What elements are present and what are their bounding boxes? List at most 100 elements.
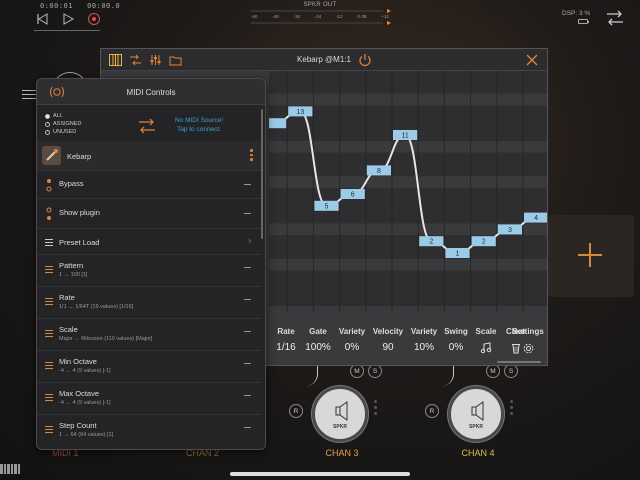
midi-param-row-max-octave[interactable]: Max Octave -4 → 4 (9 values) [-1] [37, 383, 261, 415]
speaker-node[interactable]: SPKR [312, 386, 368, 442]
unassigned-dash-icon [244, 427, 251, 428]
gate-control[interactable]: Gate 100% [299, 327, 337, 353]
grid-row [269, 81, 547, 94]
channel-label-chan4[interactable]: CHAN 4 [418, 448, 538, 458]
midi-filter-options: ALL ASSIGNED UNUSED [45, 112, 81, 136]
filter-label: ALL [53, 113, 63, 119]
meter-scale: -60 -48 -36 -24 -12 0 dB +12 [251, 14, 389, 20]
meter-bar-left [251, 10, 383, 12]
step-cell[interactable]: 8 [366, 165, 391, 176]
radio-icon [45, 129, 50, 135]
speaker-output-meter: SPKR OUT -60 -48 -36 -24 -12 0 dB +12 [240, 2, 400, 28]
midi-param-row-min-octave[interactable]: Min Octave -4 → 4 (9 values) [-1] [37, 351, 261, 383]
record-arm-button[interactable]: R [425, 404, 439, 418]
add-node-slot[interactable] [548, 215, 634, 297]
midi-source-line1: No MIDI Source! [174, 117, 224, 124]
param-name: Min Octave [59, 357, 97, 366]
param-name: Step Count [59, 421, 97, 430]
filter-label: ASSIGNED [53, 121, 82, 127]
slider-param-icon [45, 394, 53, 403]
node-ports [374, 400, 378, 418]
midi-panel-header: MIDI Controls [37, 79, 265, 105]
midi-param-row-scale[interactable]: Scale Major → Ritsusen (110 values) [Maj… [37, 319, 261, 351]
midi-panel-title: MIDI Controls [126, 88, 176, 97]
settings-button[interactable]: Settings [507, 327, 549, 358]
param-name: Rate [59, 293, 75, 302]
step-cell[interactable]: 11 [393, 130, 418, 140]
control-value: 90 [382, 342, 394, 353]
step-sequencer-canvas[interactable]: 13 5 6 8 11 2 1 2 3 4 [269, 71, 547, 313]
record-icon[interactable] [88, 13, 100, 25]
channel-strip-chan4: M S R SPKR CHAN 4 [418, 364, 538, 464]
midi-param-row-bypass[interactable]: Bypass [37, 171, 261, 199]
plugin-selector-row[interactable]: Kebarp [37, 141, 261, 171]
solo-button[interactable]: S [504, 364, 518, 378]
home-indicator[interactable] [230, 472, 410, 476]
step-cell[interactable]: 3 [497, 224, 522, 235]
mute-button[interactable]: M [350, 364, 364, 378]
rewind-icon[interactable] [34, 12, 50, 26]
slider-param-icon [45, 330, 53, 339]
step-cell[interactable]: 6 [340, 189, 365, 199]
grid-row [269, 258, 547, 271]
step-cell[interactable]: 13 [288, 106, 313, 117]
plugin-thumbnail [42, 146, 61, 165]
plugin-title: Kebarp @M1:1 [297, 55, 351, 64]
filter-assigned[interactable]: ASSIGNED [45, 120, 81, 128]
horizontal-scrollbar[interactable] [497, 361, 541, 363]
grid-row [269, 164, 547, 177]
step-cell[interactable]: 5 [314, 200, 339, 211]
step-value-label: 11 [401, 133, 408, 140]
speaker-icon [335, 401, 348, 421]
grid-row [269, 188, 547, 200]
more-options-icon[interactable] [250, 149, 253, 163]
filter-label: UNUSED [53, 129, 77, 135]
filter-unused[interactable]: UNUSED [45, 128, 81, 136]
unassigned-dash-icon [244, 267, 251, 268]
plugin-title-bar: Kebarp @M1:1 [101, 49, 547, 71]
midi-source-warning[interactable]: No MIDI Source! Tap to connect. [159, 116, 239, 134]
solo-button[interactable]: S [368, 364, 382, 378]
step-value-label: 6 [351, 192, 355, 199]
fader-handle-icon[interactable] [22, 90, 36, 102]
speaker-node-label: SPKR [469, 424, 483, 430]
velocity-control[interactable]: Velocity 90 [369, 327, 407, 353]
step-cell[interactable]: 4 [524, 212, 547, 223]
routing-icon[interactable] [604, 8, 626, 28]
step-box[interactable] [269, 118, 287, 129]
midi-param-row-pattern[interactable]: Pattern 1 → 100 [1] [37, 255, 261, 287]
speaker-node[interactable]: SPKR [448, 386, 504, 442]
grid-row [269, 306, 547, 313]
midi-param-row-step-count[interactable]: Step Count 1 → 64 (64 values) [1] [37, 415, 261, 449]
toggle-icon [46, 179, 52, 192]
filter-all[interactable]: ALL [45, 112, 81, 120]
time-right: 00:00.0 [87, 2, 121, 10]
param-name: Preset Load [59, 238, 100, 247]
variety-control[interactable]: Variety 0% [333, 327, 371, 353]
midi-param-row-preset-load[interactable]: Preset Load › [37, 229, 261, 255]
step-value-label: 1 [456, 251, 460, 258]
step-sequencer-grid[interactable]: 13 5 6 8 11 2 1 2 3 4 [269, 71, 547, 313]
param-range: -4 → 4 (9 values) [-1] [59, 400, 111, 406]
gear-icon [507, 342, 549, 358]
midi-connect-icon[interactable] [137, 117, 157, 135]
mute-button[interactable]: M [486, 364, 500, 378]
midi-param-row-show-plugin[interactable]: Show plugin [37, 199, 261, 229]
step-cell[interactable] [269, 118, 287, 129]
channel-strip-chan3: M S R SPKR CHAN 3 [282, 364, 402, 464]
plugin-name: Kebarp [67, 152, 92, 161]
grid-row [269, 270, 547, 283]
close-icon[interactable] [525, 53, 539, 67]
play-icon[interactable] [60, 12, 76, 26]
power-icon[interactable] [358, 53, 372, 67]
step-cell[interactable]: 1 [445, 248, 470, 258]
step-cell[interactable]: 2 [419, 236, 444, 247]
meter-tick-label: -48 [272, 14, 279, 19]
record-arm-button[interactable]: R [289, 404, 303, 418]
step-value-label: 3 [508, 227, 512, 234]
midi-param-row-rate[interactable]: Rate 1/1 → 1/64T (19 values) [1/16] [37, 287, 261, 319]
panel-scrollbar[interactable] [261, 109, 263, 239]
step-cell[interactable]: 2 [471, 236, 496, 247]
channel-label-chan3[interactable]: CHAN 3 [282, 448, 402, 458]
piano-keyboard-icon[interactable] [0, 464, 20, 474]
